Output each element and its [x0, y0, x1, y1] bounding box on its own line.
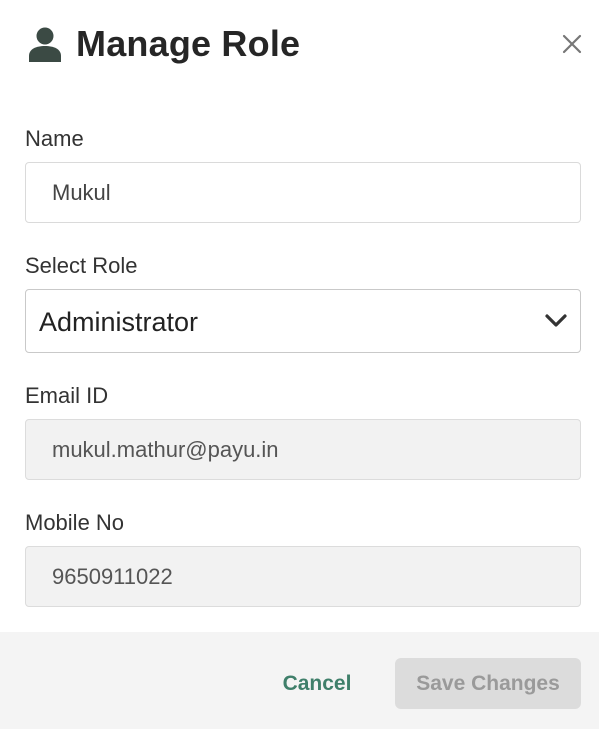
name-input[interactable]	[25, 162, 581, 223]
save-changes-button[interactable]: Save Changes	[395, 658, 581, 709]
name-label: Name	[25, 126, 84, 151]
email-field: mukul.mathur@payu.in	[25, 419, 581, 480]
manage-role-dialog: Manage Role Name Select Role Administrat…	[0, 0, 599, 729]
role-select-value: Administrator	[39, 307, 199, 337]
select-role-label: Select Role	[25, 253, 138, 278]
mobile-field: 9650911022	[25, 546, 581, 607]
role-select[interactable]: Administrator	[25, 289, 581, 353]
mobile-label: Mobile No	[25, 510, 125, 535]
close-icon[interactable]	[558, 30, 586, 58]
dialog-footer: Cancel Save Changes	[0, 632, 599, 729]
cancel-button[interactable]: Cancel	[266, 659, 368, 709]
dialog-header: Manage Role	[0, 0, 599, 90]
user-icon	[29, 27, 61, 62]
chevron-down-icon	[545, 314, 567, 327]
email-label: Email ID	[25, 383, 109, 408]
page-title: Manage Role	[76, 23, 301, 64]
